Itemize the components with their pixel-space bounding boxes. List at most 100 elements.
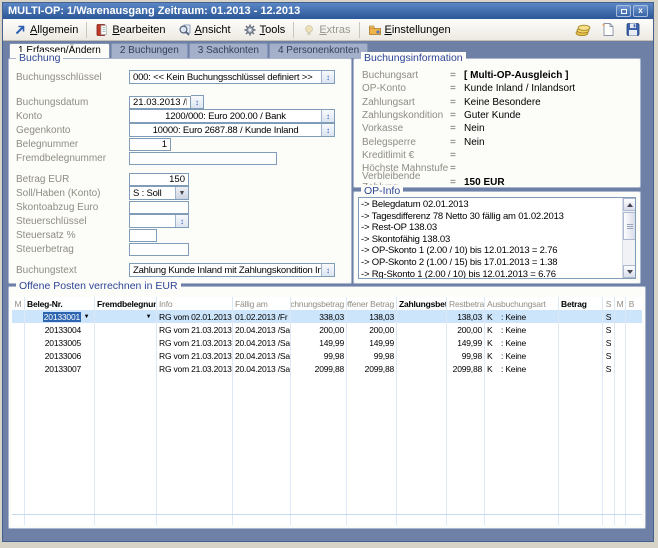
column-header[interactable]: Restbetrag	[447, 297, 485, 310]
op-info-line: -> Skontofähig 138.03	[361, 234, 619, 246]
updown-icon[interactable]: ↕	[191, 95, 204, 109]
betrag-eur-input[interactable]	[129, 173, 189, 186]
column-header[interactable]: Zahlungsbetrag	[397, 297, 447, 310]
column-header[interactable]: Rechnungsbetrag	[291, 297, 347, 310]
steuerschluessel-select[interactable]: ↕	[129, 214, 189, 228]
menu-extras[interactable]: Extras	[296, 21, 356, 39]
scroll-down-button[interactable]	[623, 265, 636, 278]
updown-icon[interactable]: ↕	[321, 71, 334, 83]
offener-betrag-cell: 2099,88	[347, 362, 397, 375]
column-header[interactable]: Betrag	[559, 297, 603, 310]
zahlungsbetrag-cell[interactable]	[397, 349, 447, 362]
updown-icon[interactable]: ↕	[321, 110, 334, 122]
post-booking-icon[interactable]	[575, 22, 591, 37]
column-header[interactable]: S	[603, 297, 615, 310]
new-document-icon[interactable]	[600, 22, 616, 37]
steuersatz-input[interactable]	[129, 229, 157, 242]
close-window-button[interactable]: x	[633, 5, 648, 17]
chevron-down-icon[interactable]: ▼	[143, 314, 154, 320]
konto-select[interactable]: 1200/000: Euro 200.00 / Bank ↕	[129, 109, 335, 123]
betrag-cell[interactable]	[559, 323, 603, 336]
offener-betrag-cell: 99,98	[347, 349, 397, 362]
fremdbelegnummer-input[interactable]	[129, 152, 277, 165]
info-cell: RG vom 21.03.2013	[157, 323, 233, 336]
betrag-cell[interactable]	[559, 310, 603, 323]
ausbuchung-cell: : Keine	[501, 351, 556, 361]
menu-ansicht[interactable]: Ansicht	[172, 21, 237, 39]
menu-einstellungen[interactable]: Einstellungen	[362, 21, 457, 39]
info-value: Nein	[464, 123, 485, 134]
scrollbar[interactable]	[622, 198, 635, 278]
zahlungsbetrag-cell[interactable]	[397, 310, 447, 323]
column-header[interactable]: Offener Betrag	[347, 297, 397, 310]
table-row[interactable]: 20133004 RG vom 21.03.2013 20.04.2013 /S…	[12, 323, 642, 336]
s-flag-cell: S	[603, 323, 615, 336]
menu-tools[interactable]: Tools	[237, 21, 292, 39]
betrag-cell[interactable]	[559, 349, 603, 362]
column-header[interactable]: B	[626, 297, 637, 310]
tab-sachkonten[interactable]: 3 Sachkonten	[189, 43, 268, 58]
field-label: Gegenkonto	[16, 125, 129, 136]
info-label: Vorkasse	[362, 123, 450, 134]
column-header[interactable]: Info	[157, 297, 233, 310]
op-info-line: -> OP-Skonto 1 (2.00 / 10) bis 12.01.201…	[361, 245, 619, 257]
table-footer-row	[12, 514, 642, 525]
table-row[interactable]: 20133005 RG vom 21.03.2013 20.04.2013 /S…	[12, 336, 642, 349]
scroll-up-button[interactable]	[623, 198, 636, 211]
column-header[interactable]: M	[12, 297, 25, 310]
chevron-down-icon[interactable]: ▼	[175, 187, 188, 199]
op-info-groupbox: OP-Info -> Belegdatum 02.01.2013 -> Tage…	[353, 191, 641, 284]
steuerbetrag-input[interactable]	[129, 243, 189, 256]
betrag-cell[interactable]	[559, 362, 603, 375]
zahlungsbetrag-cell[interactable]	[397, 336, 447, 349]
op-info-textbox[interactable]: -> Belegdatum 02.01.2013 -> Tagesdiffere…	[358, 197, 636, 279]
op-info-line: -> Belegdatum 02.01.2013	[361, 199, 619, 211]
ausbuchung-cell: : Keine	[501, 312, 556, 322]
zahlungsbetrag-cell[interactable]	[397, 362, 447, 375]
updown-icon[interactable]: ↕	[175, 215, 188, 227]
belegnummer-input[interactable]	[129, 138, 171, 151]
column-header[interactable]: Ausbuchungsart	[485, 297, 559, 310]
column-header[interactable]: Fremdbelegnummer	[95, 297, 157, 310]
tab-personenkonten[interactable]: 4 Personenkonten	[269, 43, 368, 58]
equals-icon: =	[450, 97, 464, 108]
skontoabzug-input[interactable]	[129, 201, 189, 214]
table-row[interactable]: 20133007 RG vom 21.03.2013 20.04.2013 /S…	[12, 362, 642, 375]
gegenkonto-select[interactable]: 10000: Euro 2687.88 / Kunde Inland ↕	[129, 123, 335, 137]
restore-window-button[interactable]	[616, 5, 631, 17]
column-header[interactable]: Beleg-Nr.	[25, 297, 95, 310]
equals-icon: =	[450, 163, 464, 174]
op-info-line: -> Tagesdifferenz 78 Netto 30 fällig am …	[361, 211, 619, 223]
s-flag-cell: S	[603, 362, 615, 375]
betrag-cell[interactable]	[559, 336, 603, 349]
menu-label: Allgemein	[30, 24, 78, 36]
faellig-cell: 20.04.2013 /Sa	[233, 349, 291, 362]
soll-haben-select[interactable]: S : Soll ▼	[129, 186, 189, 200]
zahlungsbetrag-cell[interactable]	[397, 323, 447, 336]
buchungstext-select[interactable]: Zahlung Kunde Inland mit Zahlungskonditi…	[129, 263, 335, 277]
buchungsschluessel-select[interactable]: 000: << Kein Buchungsschlüssel definiert…	[129, 70, 335, 84]
menu-allgemein[interactable]: Allgemein	[7, 21, 84, 39]
field-label: Buchungsschlüssel	[16, 72, 129, 83]
column-header[interactable]: M	[615, 297, 626, 310]
groupbox-title: Buchung	[16, 52, 63, 64]
menu-bearbeiten[interactable]: Bearbeiten	[89, 21, 171, 39]
buchungsdatum-input[interactable]	[129, 96, 191, 109]
table-row[interactable]: 20133001▼ ▼ RG vom 02.01.2013 01.02.2013…	[12, 310, 642, 323]
rechnungsbetrag-cell: 338,03	[291, 310, 347, 323]
offene-posten-groupbox: Offene Posten verrechnen in EUR M Beleg-…	[8, 286, 646, 529]
restbetrag-cell: 149,99	[447, 336, 485, 349]
tab-buchungen[interactable]: 2 Buchungen	[111, 43, 188, 58]
menu-separator	[359, 22, 360, 38]
save-icon[interactable]	[625, 22, 641, 37]
scrollbar-thumb[interactable]	[623, 212, 636, 240]
column-header[interactable]: Fällig am	[233, 297, 291, 310]
field-label: Konto	[16, 111, 129, 122]
updown-icon[interactable]: ↕	[321, 264, 334, 276]
chevron-down-icon[interactable]: ▼	[81, 314, 92, 320]
info-label: Belegsperre	[362, 137, 450, 148]
groupbox-title: Buchungsinformation	[361, 52, 466, 64]
table-row[interactable]: 20133006 RG vom 21.03.2013 20.04.2013 /S…	[12, 349, 642, 362]
beleg-nr-cell: 20133007	[27, 364, 81, 374]
updown-icon[interactable]: ↕	[321, 124, 334, 136]
